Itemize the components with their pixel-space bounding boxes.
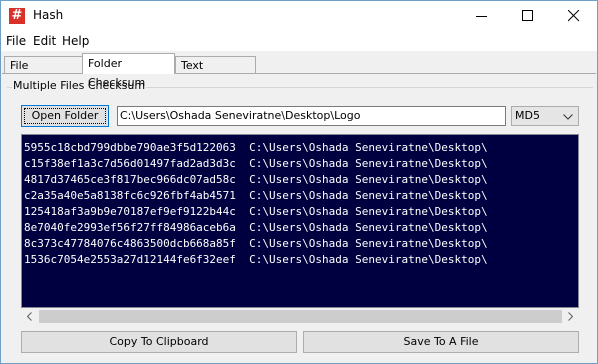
result-hash: 4817d37465ce3f817bec966dc07ad58c — [24, 173, 236, 186]
result-hash: 5955c18cbd799dbbe790ae3f5d122063 — [24, 141, 236, 154]
tab-file-checksum[interactable]: File Checksum — [4, 56, 83, 89]
scroll-right-icon[interactable] — [568, 312, 573, 321]
menu-edit[interactable]: Edit — [33, 34, 56, 48]
result-hash: 8c373c47784076c4863500dcb668a85f — [24, 237, 236, 250]
menu-bar: File Edit Help — [1, 31, 597, 51]
result-path: C:\Users\Oshada Seneviratne\Desktop\ — [249, 189, 488, 202]
result-hash: 125418af3a9b9e70187ef9ef9122b44c — [24, 205, 236, 218]
result-hash: 1536c7054e2553a27d12144fe6f32eef — [24, 253, 236, 266]
algorithm-value: MD5 — [515, 109, 540, 122]
focus-rectangle — [24, 108, 106, 124]
window-title: Hash — [33, 8, 64, 22]
result-line: 5955c18cbd799dbbe790ae3f5d122063 C:\User… — [24, 140, 488, 156]
result-line: 4817d37465ce3f817bec966dc07ad58c C:\User… — [24, 172, 488, 188]
result-path: C:\Users\Oshada Seneviratne\Desktop\ — [249, 205, 488, 218]
result-line: 1536c7054e2553a27d12144fe6f32eef C:\User… — [24, 252, 488, 268]
maximize-button[interactable] — [505, 1, 551, 31]
app-hash-icon: # — [9, 8, 25, 24]
horizontal-scrollbar[interactable] — [22, 308, 578, 325]
copy-to-clipboard-button[interactable]: Copy To Clipboard — [21, 331, 297, 353]
tab-folder-checksum[interactable]: Folder Checksum — [82, 53, 175, 89]
maximize-icon — [522, 10, 533, 21]
result-line: 8c373c47784076c4863500dcb668a85f C:\User… — [24, 236, 488, 252]
result-hash: c2a35a40e5a8138fc6c926fbf4ab4571 — [24, 189, 236, 202]
hash-window: # Hash File Edit Help File Checksum Fold… — [0, 0, 598, 364]
menu-file[interactable]: File — [6, 34, 26, 48]
title-bar[interactable]: # Hash — [1, 1, 597, 31]
result-path: C:\Users\Oshada Seneviratne\Desktop\ — [249, 221, 488, 234]
result-line: 125418af3a9b9e70187ef9ef9122b44c C:\User… — [24, 204, 488, 220]
result-line: c2a35a40e5a8138fc6c926fbf4ab4571 C:\User… — [24, 188, 488, 204]
results-output[interactable]: 5955c18cbd799dbbe790ae3f5d122063 C:\User… — [21, 134, 579, 308]
result-line: c15f38ef1a3c7d56d01497fad2ad3d3c C:\User… — [24, 156, 488, 172]
result-path: C:\Users\Oshada Seneviratne\Desktop\ — [249, 237, 488, 250]
result-path: C:\Users\Oshada Seneviratne\Desktop\ — [249, 253, 488, 266]
save-to-file-button[interactable]: Save To A File — [303, 331, 579, 353]
result-path: C:\Users\Oshada Seneviratne\Desktop\ — [249, 141, 488, 154]
result-hash: 8e7040fe2993ef56f27ff84986aceb6a — [24, 221, 236, 234]
minimize-button[interactable] — [459, 1, 505, 31]
result-path: C:\Users\Oshada Seneviratne\Desktop\ — [249, 173, 488, 186]
result-line: 8e7040fe2993ef56f27ff84986aceb6a C:\User… — [24, 220, 488, 236]
tab-text-checksum[interactable]: Text Checksum — [175, 56, 256, 89]
open-folder-button[interactable]: Open Folder — [21, 105, 109, 127]
minimize-icon — [476, 16, 487, 17]
scrollbar-thumb[interactable] — [39, 310, 562, 323]
algorithm-select[interactable]: MD5 — [511, 106, 579, 126]
scroll-left-icon[interactable] — [27, 312, 32, 321]
close-button[interactable] — [551, 1, 597, 31]
result-hash: c15f38ef1a3c7d56d01497fad2ad3d3c — [24, 157, 236, 170]
chevron-down-icon — [563, 114, 573, 120]
result-path: C:\Users\Oshada Seneviratne\Desktop\ — [249, 157, 488, 170]
tab-strip: File Checksum Folder Checksum Text Check… — [1, 51, 597, 89]
close-icon — [568, 10, 580, 22]
menu-help[interactable]: Help — [62, 34, 89, 48]
folder-path-field[interactable]: C:\Users\Oshada Seneviratne\Desktop\Logo — [117, 106, 506, 126]
